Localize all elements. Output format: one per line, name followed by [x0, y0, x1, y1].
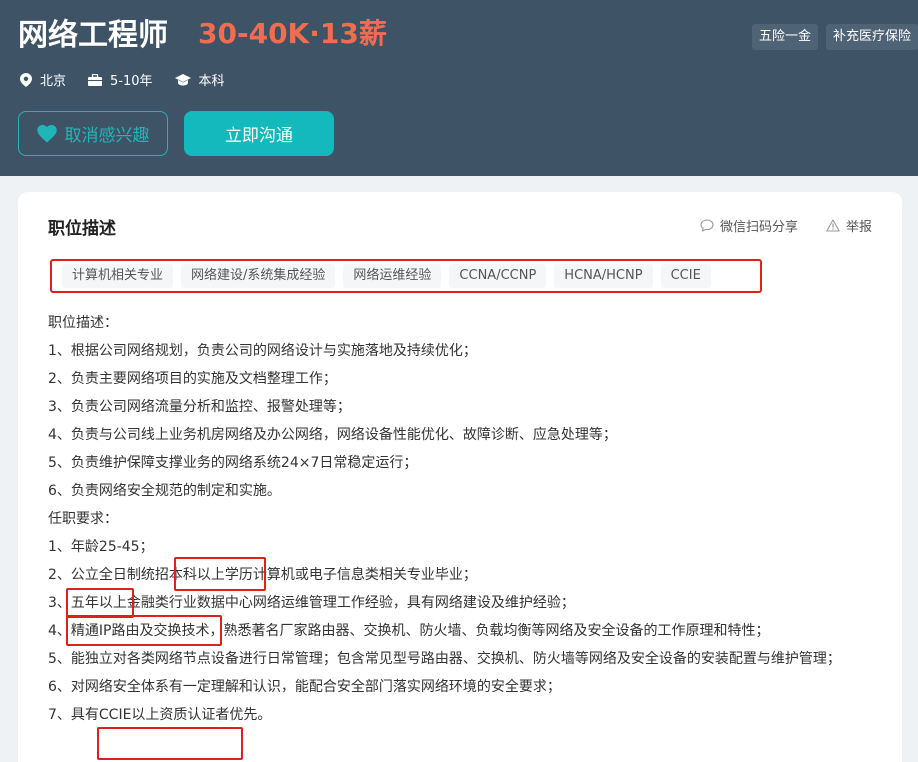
- description-line: 3、负责公司网络流量分析和监控、报警处理等；: [48, 399, 351, 415]
- briefcase-icon: [88, 73, 103, 86]
- meta-degree-text: 本科: [198, 74, 225, 89]
- warning-icon: [826, 219, 840, 232]
- cancel-interest-button[interactable]: 取消感兴趣: [18, 111, 168, 156]
- location-pin-icon: [20, 72, 32, 87]
- description-line: 5、负责维护保障支撑业务的网络系统24×7日常稳定运行；: [48, 455, 418, 471]
- description-line: 6、对网络安全体系有一定理解和认识，能配合安全部门落实网络环境的安全要求；: [48, 679, 561, 695]
- description-line: 5、能独立对各类网络节点设备进行日常管理；包含常见型号路由器、交换机、防火墙等网…: [48, 651, 841, 667]
- benefit-tags: 五险一金 补充医疗保险: [751, 24, 918, 50]
- chat-bubble-icon: [700, 219, 714, 232]
- meta-city-text: 北京: [40, 74, 67, 89]
- job-detail-card: 职位描述 微信扫码分享 举报 计算机相关专业 网络建设/系统集成经验 网络运维经…: [18, 192, 902, 762]
- report-label: 举报: [845, 220, 872, 235]
- section-title: 职位描述: [48, 219, 116, 239]
- benefit-tag: 五险一金: [751, 24, 818, 50]
- meta-city: 北京: [20, 70, 66, 89]
- job-title: 网络工程师: [18, 18, 168, 53]
- wechat-share-label: 微信扫码分享: [719, 220, 798, 235]
- job-header: 网络工程师 30-40K·13薪 五险一金 补充医疗保险 北京 5-10年 本科: [0, 0, 918, 176]
- meta-experience-text: 5-10年: [110, 74, 153, 89]
- skill-tag: CCNA/CCNP: [449, 264, 547, 288]
- description-line: 3、五年以上金融类行业数据中心网络运维管理工作经验，具有网络建设及维护经验；: [48, 595, 575, 611]
- description-line: 7、具有CCIE以上资质认证者优先。: [48, 707, 272, 723]
- description-line: 1、年龄25-45；: [48, 539, 154, 555]
- description-line: 1、根据公司网络规划，负责公司的网络设计与实施落地及持续优化；: [48, 343, 477, 359]
- heart-icon: [36, 124, 57, 143]
- graduation-cap-icon: [174, 73, 191, 86]
- skill-tag: HCNA/HCNP: [554, 264, 653, 288]
- wechat-share-link[interactable]: 微信扫码分享: [700, 216, 798, 235]
- skill-tag: 网络建设/系统集成经验: [181, 264, 336, 288]
- salary: 30-40K·13薪: [198, 17, 387, 50]
- cancel-interest-label: 取消感兴趣: [64, 126, 150, 146]
- description-line: 6、负责网络安全规范的制定和实施。: [48, 483, 281, 499]
- skill-tag: 计算机相关专业: [62, 264, 174, 288]
- meta-degree: 本科: [174, 70, 225, 89]
- chat-now-button[interactable]: 立即沟通: [184, 111, 334, 156]
- meta-experience: 5-10年: [88, 70, 153, 89]
- description-line: 4、负责与公司线上业务机房网络及办公网络，网络设备性能优化、故障诊断、应急处理等…: [48, 427, 617, 443]
- skill-tag: 网络运维经验: [343, 264, 442, 288]
- card-actions: 微信扫码分享 举报: [672, 216, 872, 235]
- description-line: 任职要求：: [48, 511, 118, 527]
- description-line: 职位描述：: [48, 315, 118, 331]
- description-line: 2、负责主要网络项目的实施及文档整理工作；: [48, 371, 337, 387]
- benefit-tag: 补充医疗保险: [825, 24, 918, 50]
- skill-tag: CCIE: [660, 264, 711, 288]
- report-link[interactable]: 举报: [826, 216, 872, 235]
- job-meta: 北京 5-10年 本科: [20, 70, 247, 89]
- skill-tags: 计算机相关专业 网络建设/系统集成经验 网络运维经验 CCNA/CCNP HCN…: [50, 259, 762, 293]
- job-description: 职位描述： 1、根据公司网络规划，负责公司的网络设计与实施落地及持续优化； 2、…: [48, 309, 878, 729]
- description-line: 4、精通IP路由及交换技术，熟悉著名厂家路由器、交换机、防火墙、负载均衡等网络及…: [48, 623, 770, 639]
- description-line: 2、公立全日制统招本科以上学历计算机或电子信息类相关专业毕业；: [48, 567, 477, 583]
